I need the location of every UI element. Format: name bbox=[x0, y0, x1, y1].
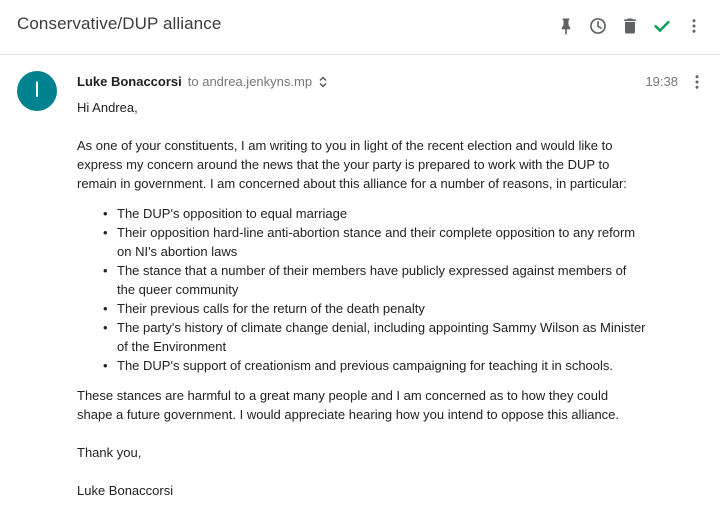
done-icon[interactable] bbox=[650, 14, 674, 38]
thread-header: Conservative/DUP alliance bbox=[0, 0, 720, 55]
pin-icon[interactable] bbox=[554, 14, 578, 38]
expand-details-icon[interactable] bbox=[318, 75, 328, 88]
list-item: Their opposition hard-line anti-abortion… bbox=[77, 223, 647, 261]
list-item: The party's history of climate change de… bbox=[77, 318, 647, 356]
message-header: Luke Bonaccorsi to andrea.jenkyns.mp bbox=[77, 74, 328, 89]
message-time: 19:38 bbox=[645, 74, 678, 89]
list-item: The DUP's opposition to equal marriage bbox=[77, 204, 647, 223]
list-item: The stance that a number of their member… bbox=[77, 261, 647, 299]
message-more-icon[interactable] bbox=[687, 71, 707, 93]
thread-subject: Conservative/DUP alliance bbox=[17, 14, 222, 33]
sender-name[interactable]: Luke Bonaccorsi bbox=[77, 74, 182, 89]
thread-actions bbox=[546, 14, 706, 38]
closing: Thank you, bbox=[77, 445, 142, 460]
greeting: Hi Andrea, bbox=[77, 100, 138, 115]
list-item: The DUP's support of creationism and pre… bbox=[77, 356, 647, 375]
trash-icon[interactable] bbox=[618, 14, 642, 38]
avatar[interactable]: l bbox=[17, 71, 57, 111]
signature: Luke Bonaccorsi bbox=[77, 483, 174, 498]
recipient-line: to andrea.jenkyns.mp bbox=[187, 74, 313, 89]
body-paragraph: These stances are harmful to a great man… bbox=[77, 388, 620, 422]
snooze-icon[interactable] bbox=[586, 14, 610, 38]
body-paragraph: As one of your constituents, I am writin… bbox=[77, 138, 627, 191]
list-item: Their previous calls for the return of t… bbox=[77, 299, 647, 318]
more-icon[interactable] bbox=[682, 14, 706, 38]
concerns-list: The DUP's opposition to equal marriage T… bbox=[77, 204, 647, 375]
message-body: Hi Andrea, As one of your constituents, … bbox=[77, 98, 647, 500]
